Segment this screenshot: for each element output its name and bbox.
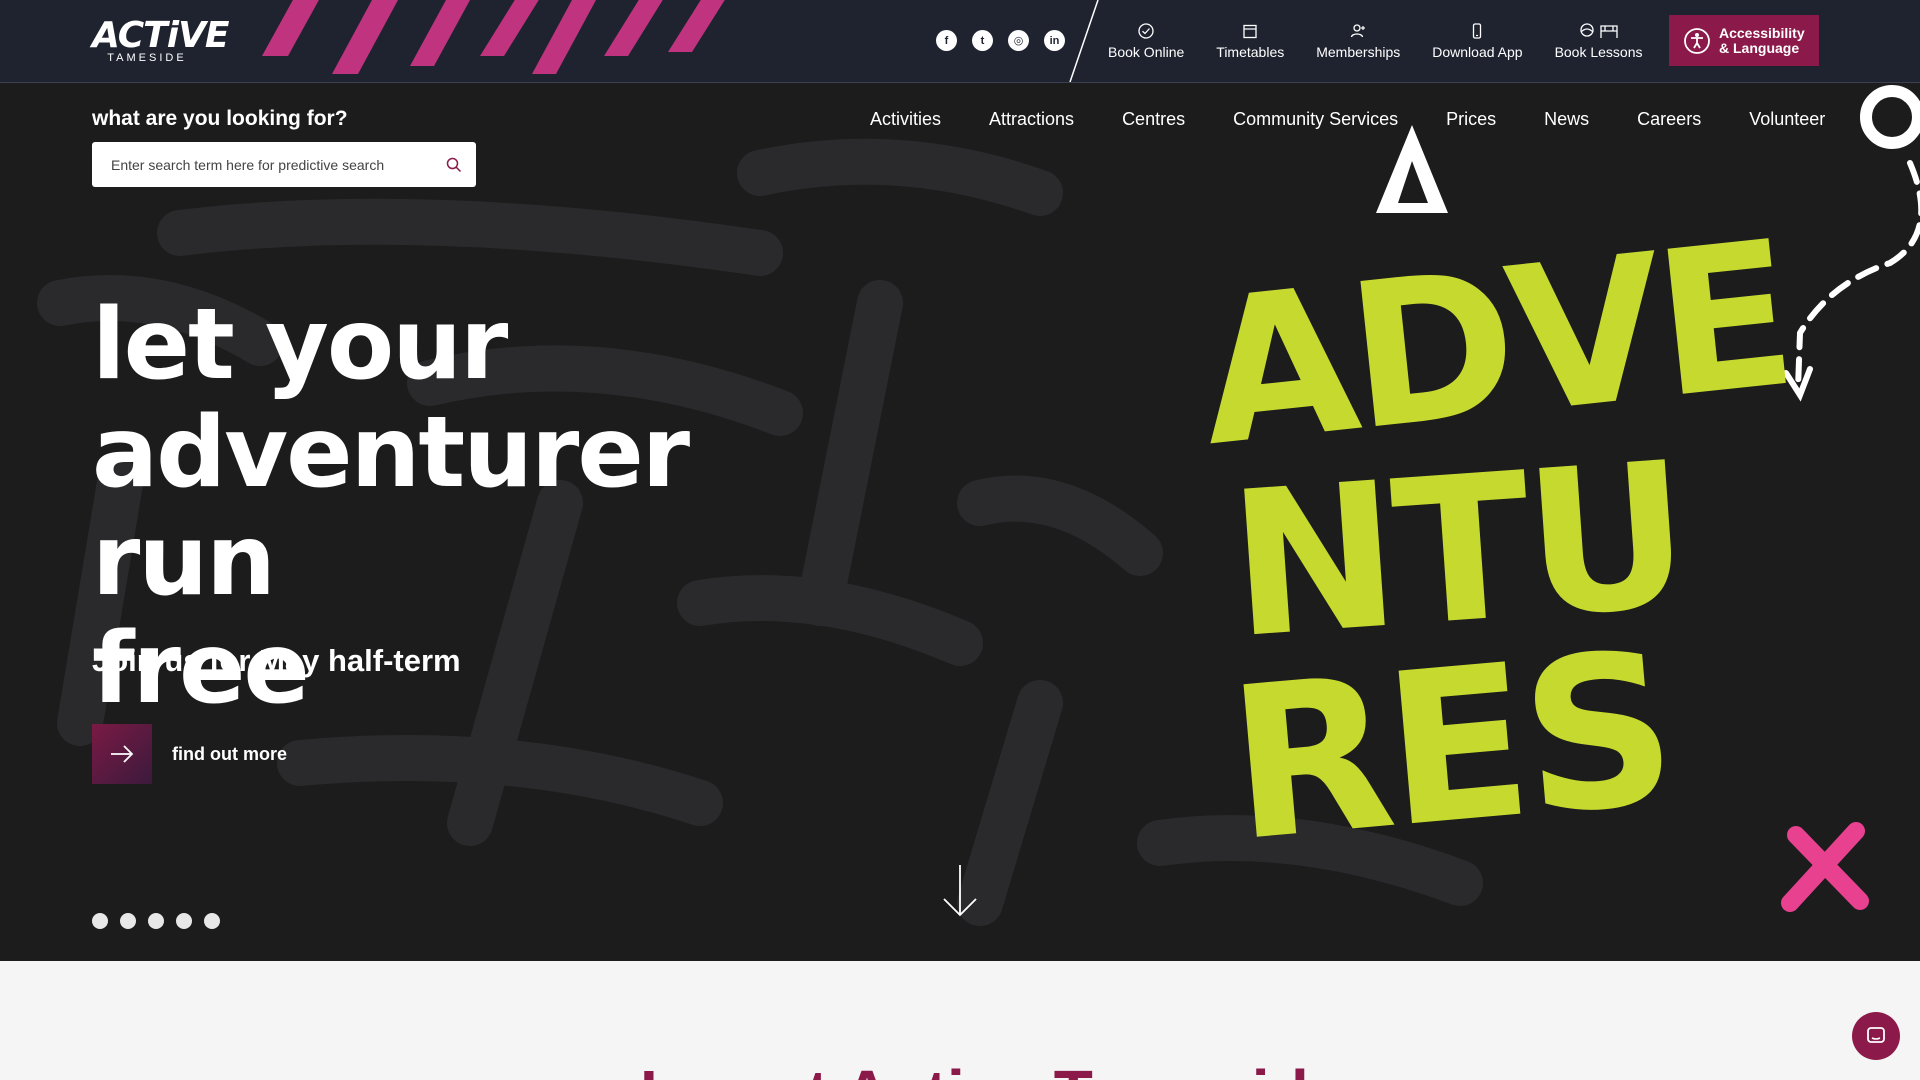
art-word-res: RES — [1221, 606, 1679, 888]
accessibility-language-button[interactable]: Accessibility & Language — [1669, 15, 1819, 66]
slide-dot-5[interactable] — [204, 913, 220, 929]
hero-subheading: Join us for May half-term — [92, 643, 461, 678]
check-circle-icon — [1138, 23, 1154, 39]
instagram-icon[interactable]: ◎ — [1008, 30, 1029, 51]
slide-dot-4[interactable] — [176, 913, 192, 929]
user-plus-icon — [1351, 24, 1366, 38]
memberships-link[interactable]: Memberships — [1300, 0, 1416, 82]
triangle-mark-icon — [1376, 125, 1448, 213]
ring-decoration-icon — [1860, 85, 1920, 149]
x-decoration-icon — [1781, 822, 1869, 912]
accessibility-label: Accessibility & Language — [1719, 24, 1805, 56]
welcome-section: Lo eet Active Tamesid — [0, 961, 1920, 1080]
logo-wordmark: ACTiVE — [92, 15, 230, 56]
linkedin-icon[interactable]: in — [1044, 30, 1065, 51]
search-icon[interactable] — [446, 157, 462, 173]
phone-icon — [1473, 23, 1482, 39]
swim-lessons-icon — [1579, 23, 1618, 38]
slide-dot-2[interactable] — [120, 913, 136, 929]
nav-activities[interactable]: Activities — [870, 109, 965, 130]
book-lessons-label: Book Lessons — [1554, 44, 1643, 60]
download-app-link[interactable]: Download App — [1416, 0, 1538, 82]
book-online-label: Book Online — [1108, 44, 1185, 60]
scroll-down-arrow-icon[interactable] — [940, 863, 980, 919]
nav-attractions[interactable]: Attractions — [965, 109, 1098, 130]
download-app-label: Download App — [1432, 44, 1523, 60]
slide-pagination — [92, 913, 220, 929]
decorative-stripes — [262, 0, 725, 74]
accessibility-icon — [1684, 27, 1710, 54]
search-label: what are you looking for? — [92, 107, 348, 130]
slide-dot-1[interactable] — [92, 913, 108, 929]
find-out-more-label[interactable]: find out more — [172, 744, 287, 765]
arrow-right-icon — [111, 745, 134, 763]
timetables-label: Timetables — [1216, 44, 1285, 60]
logo-subtitle: TAMESIDE — [107, 52, 187, 64]
active-tameside-logo[interactable]: ACTiVE TAMESIDE — [92, 15, 230, 65]
chat-launcher-button[interactable] — [1852, 1012, 1900, 1060]
adventures-artwork: ADVE NTU RES — [1190, 85, 1920, 912]
twitter-icon[interactable]: t — [972, 30, 993, 51]
dashed-trail-icon — [1795, 160, 1920, 391]
welcome-title: Lo eet Active Tamesid — [640, 1056, 1309, 1080]
chat-icon — [1867, 1027, 1885, 1043]
book-online-link[interactable]: Book Online — [1092, 0, 1200, 82]
find-out-more-button[interactable] — [92, 724, 152, 784]
search-input[interactable] — [109, 155, 446, 174]
memberships-label: Memberships — [1316, 44, 1401, 60]
search-box — [92, 142, 476, 187]
facebook-icon[interactable]: f — [936, 30, 957, 51]
calendar-icon — [1243, 24, 1257, 39]
find-out-more-cta[interactable]: find out more — [92, 724, 287, 784]
slide-dot-3[interactable] — [148, 913, 164, 929]
hero-banner: what are you looking for? Activities Att… — [0, 83, 1920, 961]
quick-links: Book Online Timetables Memberships Downl… — [1092, 0, 1659, 82]
timetables-link[interactable]: Timetables — [1200, 0, 1300, 82]
social-links: f t ◎ in — [936, 30, 1065, 51]
book-lessons-link[interactable]: Book Lessons — [1539, 0, 1659, 82]
top-bar: ACTiVE TAMESIDE f t ◎ in Book Online Tim… — [0, 0, 1920, 83]
